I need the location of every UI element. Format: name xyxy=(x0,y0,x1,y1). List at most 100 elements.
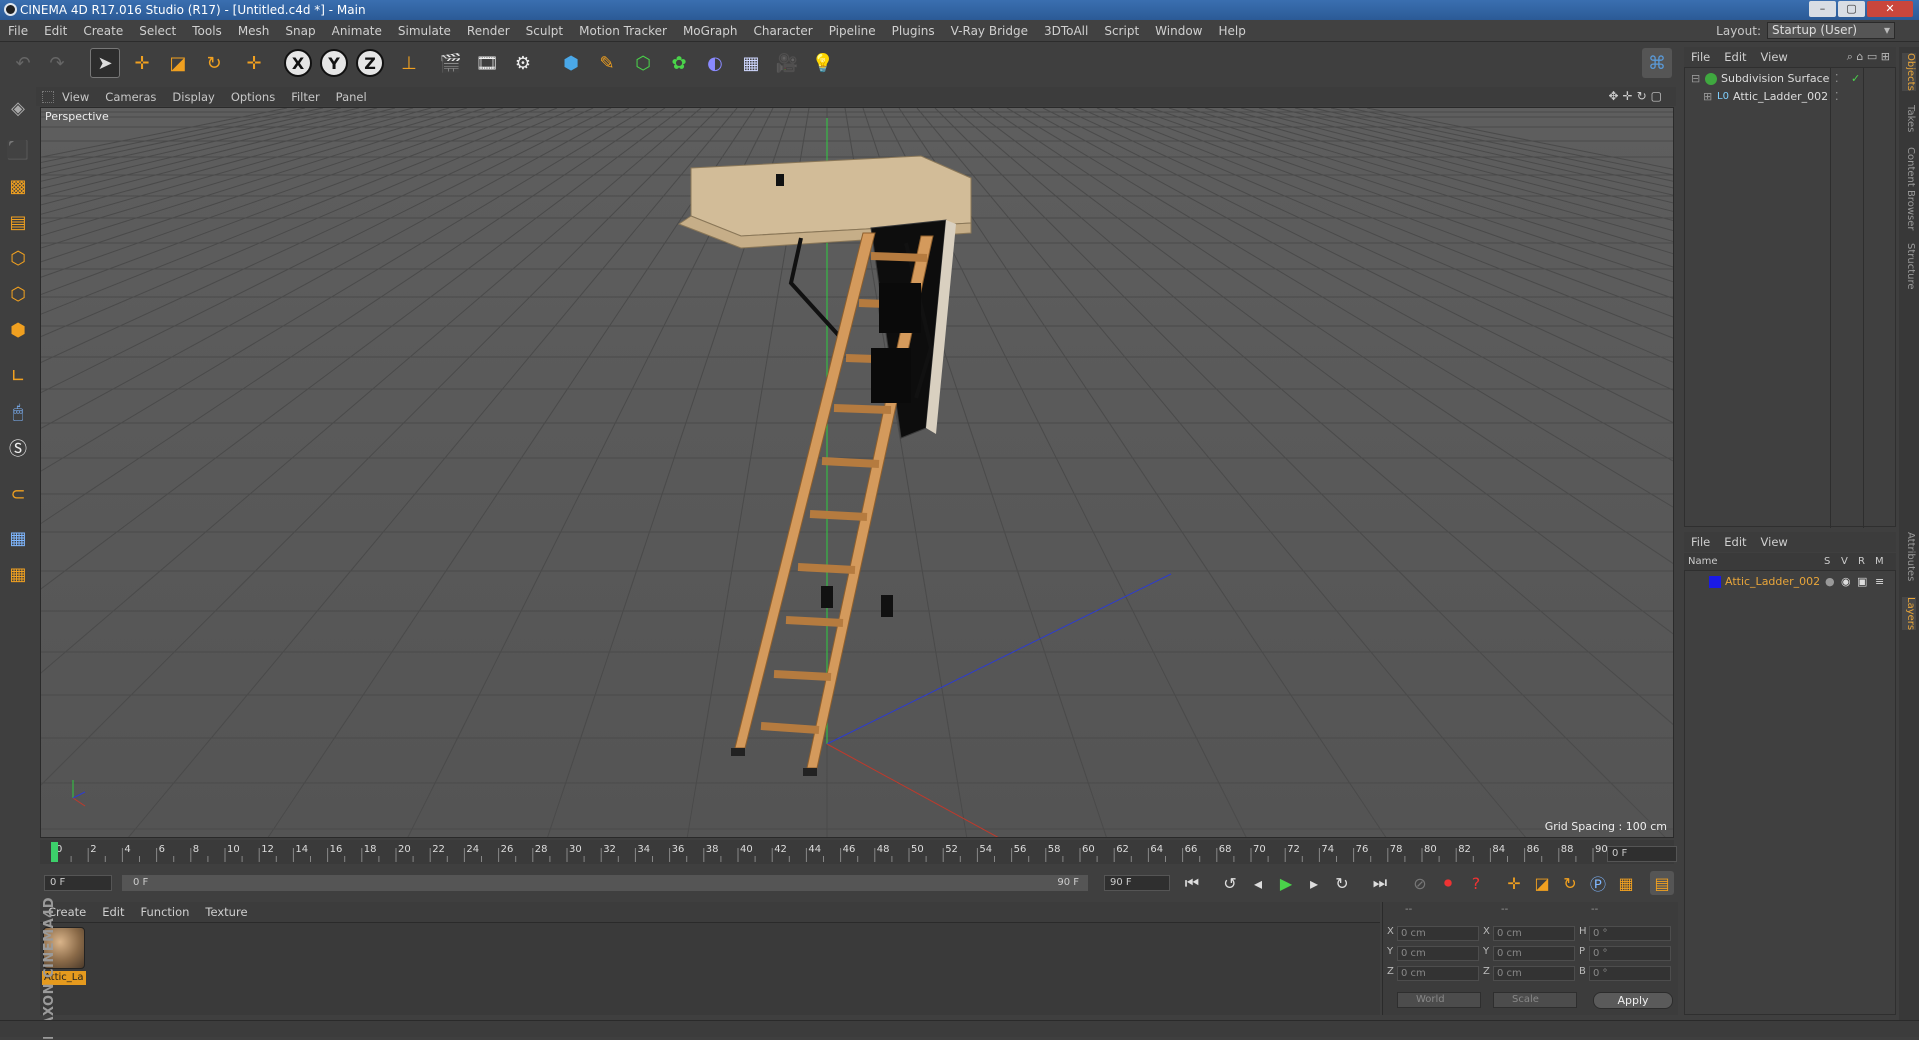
key-position-icon[interactable]: ✛ xyxy=(1502,871,1526,895)
menu-snap[interactable]: Snap xyxy=(277,24,323,38)
start-frame-field[interactable]: 0 F xyxy=(44,875,112,891)
obj-menu-edit[interactable]: Edit xyxy=(1717,50,1753,64)
layer-row[interactable]: Attic_Ladder_002 ● ◉ ▣ ≡ xyxy=(1685,573,1897,591)
edges-mode-icon[interactable]: ⬡ xyxy=(3,279,33,309)
menu-mesh[interactable]: Mesh xyxy=(230,24,278,38)
menu-3dtoall[interactable]: 3DToAll xyxy=(1036,24,1096,38)
y-axis-icon[interactable]: Y xyxy=(320,49,348,77)
minimize-button[interactable]: – xyxy=(1809,1,1836,17)
array-icon[interactable]: ✿ xyxy=(664,48,694,78)
solo-dot-icon[interactable]: ● xyxy=(1825,573,1835,591)
menu-create[interactable]: Create xyxy=(75,24,131,38)
floor-icon[interactable]: ▦ xyxy=(736,48,766,78)
subdivision-icon[interactable]: ⬡ xyxy=(628,48,658,78)
end-frame-field[interactable]: 90 F xyxy=(1104,875,1170,891)
points-mode-icon[interactable]: ⬡ xyxy=(3,243,33,273)
undo-icon[interactable]: ↶ xyxy=(8,48,38,78)
visibility-dots-icon[interactable]: ⁚ xyxy=(1835,88,1839,106)
layer-menu-file[interactable]: File xyxy=(1684,535,1717,549)
pos-x-field[interactable]: 0 cm xyxy=(1397,926,1479,941)
edit-render-settings-icon[interactable]: ⚙ xyxy=(508,48,538,78)
rot-b-field[interactable]: 0 ° xyxy=(1589,966,1671,981)
timeline-ruler[interactable]: 0 2 4 6 8 10 12 14 16 18 20 22 24 26 28 30 32 34 36 38 40 42 4… xyxy=(40,840,1674,864)
mat-menu-texture[interactable]: Texture xyxy=(197,905,255,919)
timeline-window-icon[interactable]: ▤ xyxy=(1650,871,1674,895)
menu-help[interactable]: Help xyxy=(1210,24,1253,38)
autokey-icon[interactable]: ? xyxy=(1464,871,1488,895)
mat-menu-edit[interactable]: Edit xyxy=(94,905,132,919)
rot-p-field[interactable]: 0 ° xyxy=(1589,946,1671,961)
vp-menu-cameras[interactable]: Cameras xyxy=(97,90,164,104)
maximize-button[interactable]: ▢ xyxy=(1838,1,1865,17)
key-scale-icon[interactable]: ◪ xyxy=(1530,871,1554,895)
scale-icon[interactable]: ◪ xyxy=(163,48,193,78)
make-editable-icon[interactable]: ◈ xyxy=(3,93,33,123)
tab-attributes[interactable]: Attributes xyxy=(1902,532,1916,581)
current-frame-field[interactable]: 0 F xyxy=(1607,846,1677,862)
move-icon[interactable]: ✛ xyxy=(127,48,157,78)
planar-workplane-icon[interactable]: ▦ xyxy=(3,559,33,589)
tab-content-browser[interactable]: Content Browser xyxy=(1902,147,1916,230)
vp-menu-options[interactable]: Options xyxy=(223,90,283,104)
mat-menu-function[interactable]: Function xyxy=(133,905,198,919)
previous-frame-icon[interactable]: ◂ xyxy=(1246,871,1270,895)
vp-menu-panel[interactable]: Panel xyxy=(328,90,375,104)
tweak-mode-icon[interactable]: 🖱 xyxy=(3,397,33,427)
go-to-end-icon[interactable]: ⏭ xyxy=(1368,871,1392,895)
enabled-check-icon[interactable]: ✓ xyxy=(1851,70,1860,88)
menu-animate[interactable]: Animate xyxy=(324,24,390,38)
size-mode-select[interactable]: Scale xyxy=(1493,992,1577,1008)
locked-workplane-icon[interactable]: ▦ xyxy=(3,523,33,553)
object-row-attic-ladder[interactable]: ⊞ L0 Attic_Ladder_002 ⁚ xyxy=(1685,88,1897,106)
redo-icon[interactable]: ↷ xyxy=(42,48,72,78)
viewport-nav-icons[interactable]: ✥✛↻▢ xyxy=(1608,89,1666,103)
range-slider[interactable]: 0 F 90 F xyxy=(122,875,1088,891)
workplane-icon[interactable]: ▤ xyxy=(3,207,33,237)
key-parameter-icon[interactable]: Ⓟ xyxy=(1586,871,1610,895)
object-manager-tools-icons[interactable]: ⌕ ⌂ ▭ ⊞ xyxy=(1847,50,1896,64)
previous-key-icon[interactable]: ↺ xyxy=(1218,871,1242,895)
menu-tools[interactable]: Tools xyxy=(184,24,230,38)
play-icon[interactable]: ▶ xyxy=(1274,871,1298,895)
solo-icon[interactable]: Ⓢ xyxy=(3,433,33,463)
menu-plugins[interactable]: Plugins xyxy=(884,24,943,38)
axis-mode-icon[interactable]: ∟ xyxy=(3,361,33,391)
cube-icon[interactable]: ⬢ xyxy=(556,48,586,78)
view-eye-icon[interactable]: ◉ xyxy=(1841,573,1851,591)
obj-menu-view[interactable]: View xyxy=(1754,50,1795,64)
menu-character[interactable]: Character xyxy=(745,24,820,38)
record-keys-icon[interactable]: ⏺ xyxy=(1436,871,1460,895)
menu-script[interactable]: Script xyxy=(1096,24,1147,38)
key-pla-icon[interactable]: ▦ xyxy=(1614,871,1638,895)
size-y-field[interactable]: 0 cm xyxy=(1493,946,1575,961)
camera-icon[interactable]: 🎥 xyxy=(772,48,802,78)
menu-render[interactable]: Render xyxy=(459,24,518,38)
menu-edit[interactable]: Edit xyxy=(36,24,75,38)
layer-menu-edit[interactable]: Edit xyxy=(1717,535,1753,549)
menu-file[interactable]: File xyxy=(0,24,36,38)
motion-path-icon[interactable]: ⊘ xyxy=(1408,871,1432,895)
model-mode-icon[interactable]: ⬛ xyxy=(3,135,33,165)
polygons-mode-icon[interactable]: ⬢ xyxy=(3,315,33,345)
size-z-field[interactable]: 0 cm xyxy=(1493,966,1575,981)
go-to-start-icon[interactable]: ⏮ xyxy=(1180,871,1204,895)
rot-h-field[interactable]: 0 ° xyxy=(1589,926,1671,941)
next-frame-icon[interactable]: ▸ xyxy=(1302,871,1326,895)
coordinate-system-icon[interactable]: ⊥ xyxy=(394,48,424,78)
pos-y-field[interactable]: 0 cm xyxy=(1397,946,1479,961)
apply-button[interactable]: Apply xyxy=(1593,992,1673,1009)
last-tool-icon[interactable]: ✛ xyxy=(239,48,269,78)
vp-menu-view[interactable]: View xyxy=(54,90,97,104)
render-picture-viewer-icon[interactable]: 🎞 xyxy=(472,48,502,78)
menu-sculpt[interactable]: Sculpt xyxy=(518,24,571,38)
layer-menu-view[interactable]: View xyxy=(1754,535,1795,549)
tab-structure[interactable]: Structure xyxy=(1902,243,1916,290)
key-rotation-icon[interactable]: ↻ xyxy=(1558,871,1582,895)
viewport[interactable]: Perspective Grid Spacing : 100 cm xyxy=(40,107,1674,838)
python-icon[interactable]: ⌘ xyxy=(1642,48,1672,78)
render-icon[interactable]: ▣ xyxy=(1857,573,1867,591)
object-row-subdivision[interactable]: ⊟ Subdivision Surface ⁚ ✓ xyxy=(1685,70,1897,88)
vp-menu-display[interactable]: Display xyxy=(164,90,222,104)
snap-icon[interactable]: ⊂ xyxy=(3,479,33,509)
texture-mode-icon[interactable]: ▩ xyxy=(3,171,33,201)
